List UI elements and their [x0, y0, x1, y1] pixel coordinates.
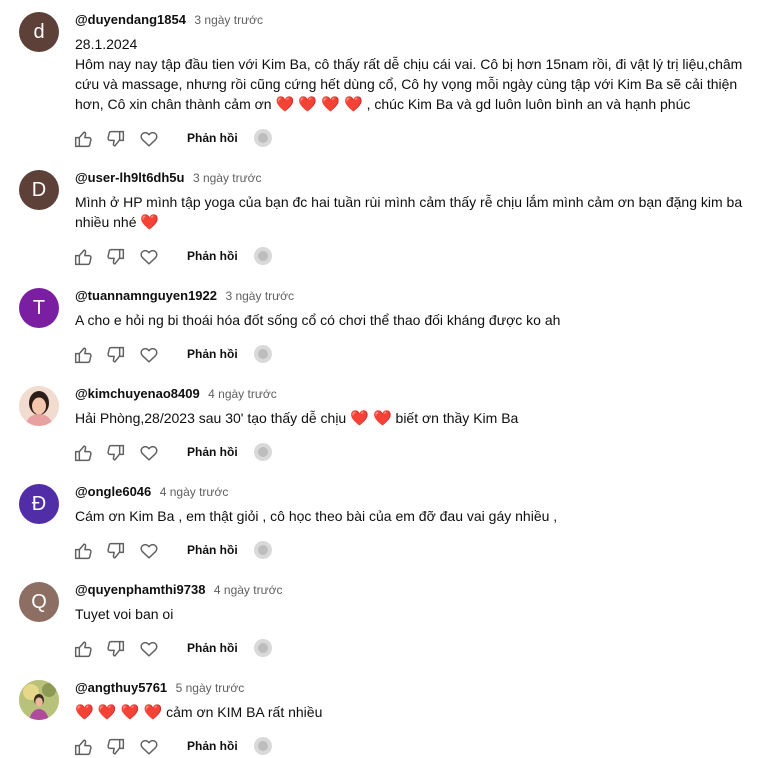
- reply-button[interactable]: Phản hồi: [187, 347, 238, 361]
- comment-text-after: biết ơn thầy Kim Ba: [395, 410, 519, 426]
- creator-heart-icon: [254, 639, 272, 657]
- comment-time[interactable]: 4 ngày trước: [160, 485, 229, 499]
- comment-body: Tuyet voi ban oi: [75, 604, 745, 624]
- comment-time[interactable]: 3 ngày trước: [193, 171, 262, 185]
- creator-heart-icon: [254, 129, 272, 147]
- avatar-letter: D: [31, 179, 47, 201]
- comment-text: Tuyet voi ban oi: [75, 606, 174, 622]
- thumbs-up-icon[interactable]: [72, 246, 94, 268]
- creator-heart-icon: [254, 443, 272, 461]
- heart-icon[interactable]: [138, 344, 160, 366]
- heart-icon[interactable]: [138, 128, 160, 150]
- comment-text: A cho e hỏi ng bi thoái hóa đốt sống cổ …: [75, 312, 561, 328]
- avatar[interactable]: D: [19, 170, 59, 210]
- comment-time[interactable]: 3 ngày trước: [225, 289, 294, 303]
- comment-header: @user-lh9lt6dh5u 3 ngày trước: [75, 170, 262, 186]
- comment-author[interactable]: @user-lh9lt6dh5u: [75, 170, 184, 185]
- reply-button[interactable]: Phản hồi: [187, 445, 238, 459]
- comment-header: @angthuy5761 5 ngày trước: [75, 680, 244, 696]
- creator-heart-icon: [254, 737, 272, 755]
- comment-text: Hải Phòng,28/2023 sau 30' tạo thấy dễ ch…: [75, 410, 347, 426]
- heart-icon[interactable]: [138, 246, 160, 268]
- thumbs-down-icon[interactable]: [105, 344, 127, 366]
- reply-button[interactable]: Phản hồi: [187, 543, 238, 557]
- comment-text: Mình ở HP mình tập yoga của bạn đc hai t…: [75, 194, 743, 230]
- heart-icon[interactable]: [138, 442, 160, 464]
- creator-heart-icon: [254, 345, 272, 363]
- comment-body: ❤️ ❤️ ❤️ ❤️ cảm ơn KIM BA rất nhiều: [75, 702, 745, 723]
- thumbs-up-icon[interactable]: [72, 128, 94, 150]
- thumbs-up-icon[interactable]: [72, 344, 94, 366]
- comment-body: Hải Phòng,28/2023 sau 30' tạo thấy dễ ch…: [75, 408, 745, 429]
- comment-header: @duyendang1854 3 ngày trước: [75, 12, 263, 28]
- avatar[interactable]: [19, 680, 59, 720]
- comment-text-paragraph: Cám ơn Kim Ba , em thật giỏi , cô học th…: [75, 506, 745, 526]
- heart-emoji: ❤️ ❤️ ❤️ ❤️: [75, 704, 163, 721]
- thumbs-down-icon[interactable]: [105, 128, 127, 150]
- avatar[interactable]: d: [19, 12, 59, 52]
- creator-heart-icon: [254, 541, 272, 559]
- thumbs-down-icon[interactable]: [105, 442, 127, 464]
- comment-text-paragraph: Hôm nay nay tập đầu tien với Kim Ba, cô …: [75, 54, 745, 115]
- comment-author[interactable]: @angthuy5761: [75, 680, 167, 695]
- reply-button[interactable]: Phản hồi: [187, 131, 238, 145]
- comment-header: @ongle6046 4 ngày trước: [75, 484, 228, 500]
- avatar-letter: T: [32, 297, 46, 319]
- thumbs-up-icon[interactable]: [72, 638, 94, 660]
- avatar[interactable]: [19, 386, 59, 426]
- comment-header: @quyenphamthi9738 4 ngày trước: [75, 582, 283, 598]
- comment-body: Mình ở HP mình tập yoga của bạn đc hai t…: [75, 192, 745, 233]
- thumbs-down-icon[interactable]: [105, 638, 127, 660]
- heart-icon[interactable]: [138, 638, 160, 660]
- creator-heart-icon: [254, 247, 272, 265]
- comment-body: 28.1.2024 Hôm nay nay tập đầu tien với Ki…: [75, 34, 745, 115]
- comment-text-paragraph: Tuyet voi ban oi: [75, 604, 745, 624]
- avatar[interactable]: Đ: [19, 484, 59, 524]
- comment-text: Cám ơn Kim Ba , em thật giỏi , cô học th…: [75, 508, 558, 524]
- comment-time[interactable]: 5 ngày trước: [176, 681, 245, 695]
- heart-icon[interactable]: [138, 540, 160, 562]
- heart-emoji: ❤️ ❤️ ❤️ ❤️: [275, 96, 363, 113]
- comment-body: A cho e hỏi ng bi thoái hóa đốt sống cổ …: [75, 310, 745, 330]
- avatar[interactable]: Q: [19, 582, 59, 622]
- reply-button[interactable]: Phản hồi: [187, 641, 238, 655]
- comment-body: Cám ơn Kim Ba , em thật giỏi , cô học th…: [75, 506, 745, 526]
- comment-author[interactable]: @tuannamnguyen1922: [75, 288, 217, 303]
- avatar[interactable]: T: [19, 288, 59, 328]
- avatar-letter: Đ: [31, 493, 47, 515]
- comment-author[interactable]: @duyendang1854: [75, 12, 186, 27]
- comment-text-paragraph: ❤️ ❤️ ❤️ ❤️ cảm ơn KIM BA rất nhiều: [75, 702, 745, 723]
- comment-text-after: cảm ơn KIM BA rất nhiều: [166, 704, 323, 720]
- comment-author[interactable]: @ongle6046: [75, 484, 151, 499]
- comment-header: @tuannamnguyen1922 3 ngày trước: [75, 288, 294, 304]
- comment-text-paragraph: Hải Phòng,28/2023 sau 30' tạo thấy dễ ch…: [75, 408, 745, 429]
- comment-author[interactable]: @kimchuyenao8409: [75, 386, 200, 401]
- thumbs-down-icon[interactable]: [105, 246, 127, 268]
- comment-text-after: , chúc Kim Ba và gd luôn luôn bình an và…: [366, 96, 691, 112]
- comment-time[interactable]: 4 ngày trước: [208, 387, 277, 401]
- comment-text-paragraph: Mình ở HP mình tập yoga của bạn đc hai t…: [75, 192, 745, 233]
- thumbs-up-icon[interactable]: [72, 540, 94, 562]
- avatar-letter: d: [33, 21, 45, 43]
- reply-button[interactable]: Phản hồi: [187, 249, 238, 263]
- thumbs-up-icon[interactable]: [72, 442, 94, 464]
- thumbs-down-icon[interactable]: [105, 540, 127, 562]
- comment-text-paragraph: A cho e hỏi ng bi thoái hóa đốt sống cổ …: [75, 310, 745, 330]
- reply-button[interactable]: Phản hồi: [187, 739, 238, 753]
- comment-date-line: 28.1.2024: [75, 36, 138, 52]
- heart-icon[interactable]: [138, 736, 160, 758]
- comment-time[interactable]: 4 ngày trước: [214, 583, 283, 597]
- thumbs-down-icon[interactable]: [105, 736, 127, 758]
- heart-emoji: ❤️ ❤️: [350, 410, 392, 427]
- comment-header: @kimchuyenao8409 4 ngày trước: [75, 386, 277, 402]
- thumbs-up-icon[interactable]: [72, 736, 94, 758]
- comment-time[interactable]: 3 ngày trước: [194, 13, 263, 27]
- comment-author[interactable]: @quyenphamthi9738: [75, 582, 205, 597]
- heart-emoji: ❤️: [140, 214, 160, 231]
- avatar-letter: Q: [31, 591, 47, 613]
